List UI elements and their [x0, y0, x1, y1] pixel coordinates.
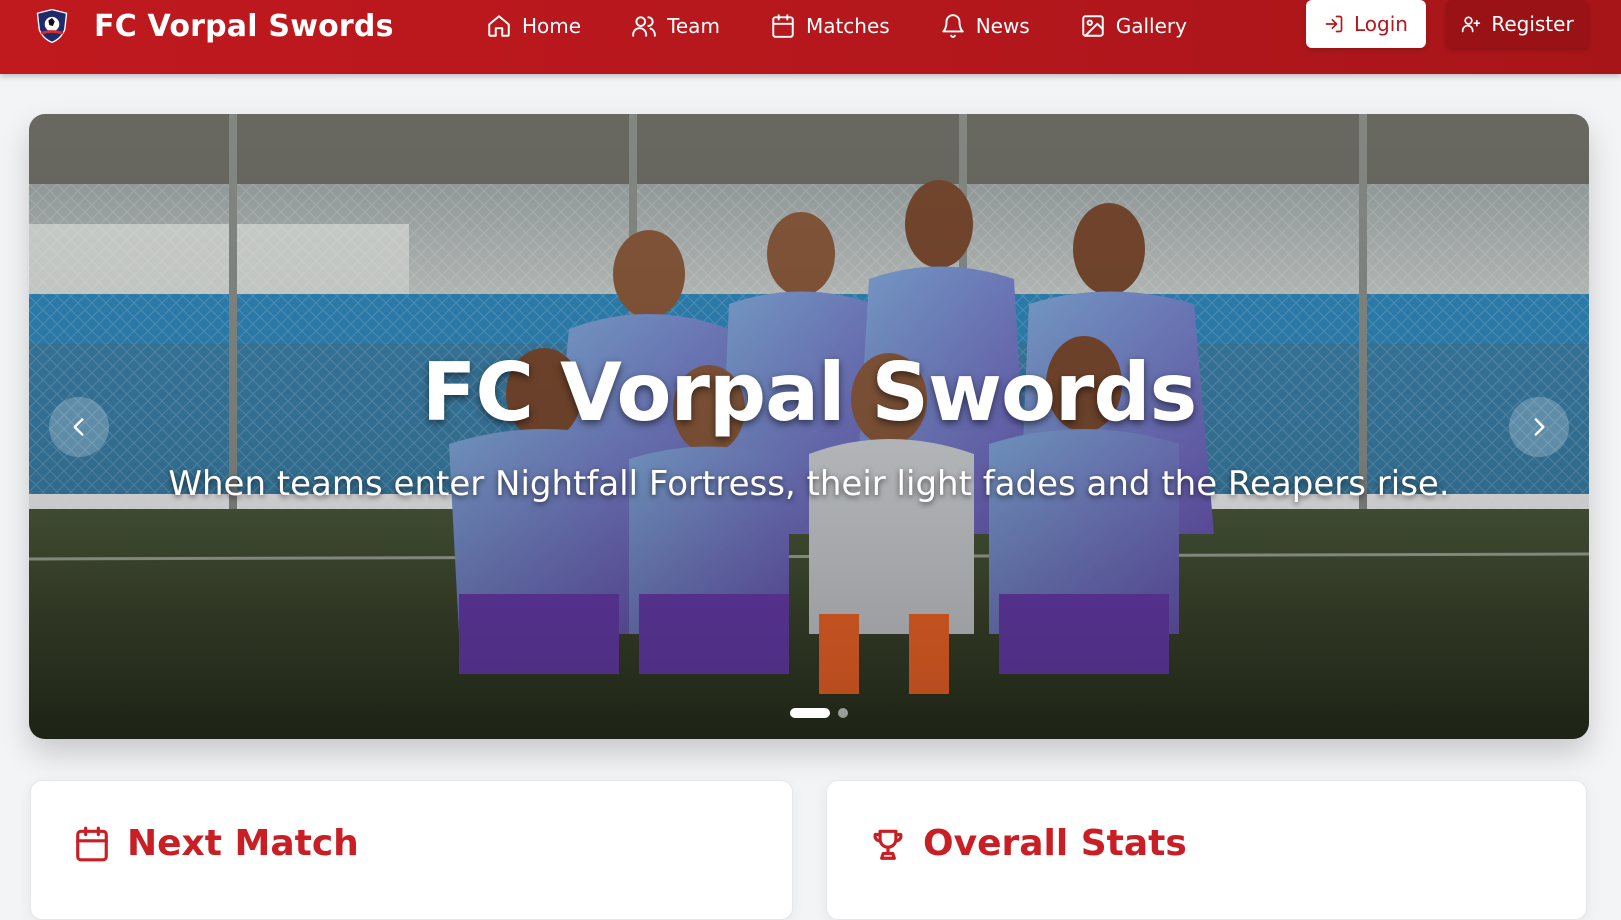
nav-label-team: Team: [667, 14, 720, 38]
next-match-card: Next Match: [30, 780, 793, 920]
carousel-dot-2[interactable]: [838, 708, 848, 718]
auth-buttons: Login Register: [1306, 0, 1589, 50]
nav-item-gallery[interactable]: Gallery: [1080, 13, 1187, 39]
nav-item-news[interactable]: News: [940, 13, 1030, 39]
login-button[interactable]: Login: [1306, 0, 1426, 48]
main-nav: Home Team Matches News Gallery: [486, 0, 1237, 52]
overall-stats-card: Overall Stats: [826, 780, 1587, 920]
top-navbar: FC Vorpal Swords Home Team Matches News …: [0, 0, 1621, 74]
nav-label-news: News: [975, 14, 1030, 38]
club-crest-icon: [30, 4, 74, 48]
overall-stats-title: Overall Stats: [923, 823, 1187, 864]
brand-name: FC Vorpal Swords: [94, 8, 394, 44]
next-match-heading: Next Match: [73, 823, 359, 864]
overall-stats-heading: Overall Stats: [869, 823, 1187, 864]
calendar-icon: [76, 826, 108, 861]
brand[interactable]: FC Vorpal Swords: [30, 0, 394, 52]
carousel-prev-button[interactable]: [49, 397, 109, 457]
nav-item-matches[interactable]: Matches: [770, 13, 890, 39]
register-label: Register: [1491, 12, 1574, 36]
hero-title: FC Vorpal Swords: [421, 346, 1198, 439]
nav-label-home: Home: [522, 14, 582, 38]
nav-item-team[interactable]: Team: [631, 13, 720, 39]
nav-label-gallery: Gallery: [1115, 14, 1187, 38]
image-icon: [1082, 15, 1104, 37]
login-icon: [1325, 15, 1343, 33]
trophy-icon: [873, 829, 903, 860]
nav-label-matches: Matches: [805, 14, 890, 38]
nav-item-home[interactable]: Home: [486, 13, 581, 39]
user-plus-icon: [1462, 16, 1481, 33]
login-label: Login: [1354, 12, 1408, 36]
carousel-dot-1[interactable]: [790, 708, 830, 718]
carousel-next-button[interactable]: [1509, 397, 1569, 457]
bell-icon: [941, 14, 964, 38]
chevron-left-icon: [73, 418, 84, 436]
carousel-indicators: [29, 708, 1589, 718]
calendar-icon: [772, 14, 794, 38]
chevron-right-icon: [1534, 418, 1545, 436]
next-match-title: Next Match: [127, 823, 359, 864]
register-button[interactable]: Register: [1446, 0, 1589, 48]
hero-subtitle: When teams enter Nightfall Fortress, the…: [168, 464, 1450, 504]
users-icon: [632, 16, 656, 37]
home-icon: [488, 15, 510, 37]
hero-carousel: FC Vorpal Swords When teams enter Nightf…: [29, 114, 1589, 739]
